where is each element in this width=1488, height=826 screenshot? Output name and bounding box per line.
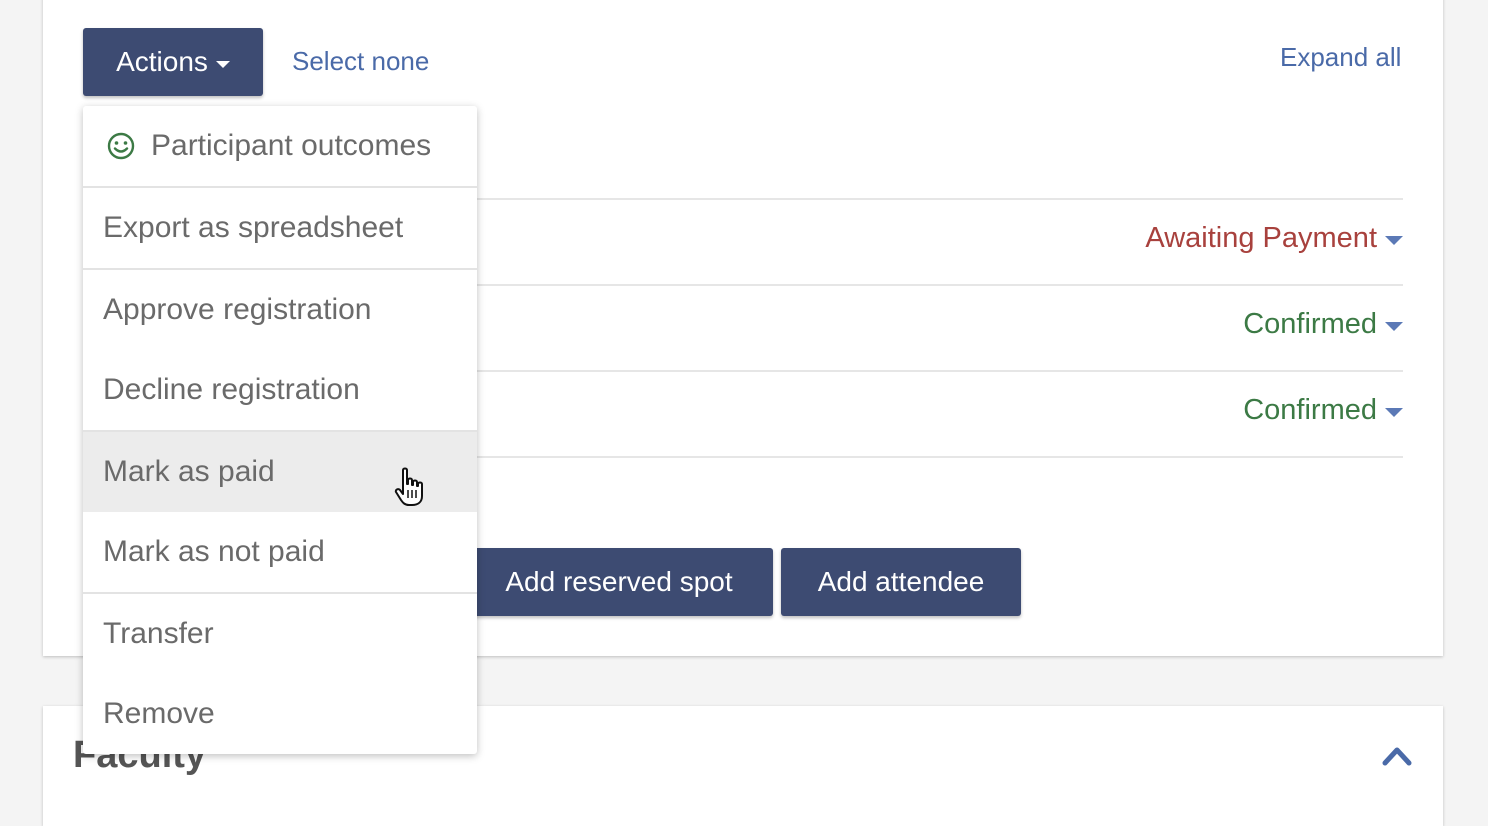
menu-item-label: Participant outcomes [151, 129, 432, 162]
status-label: Awaiting Payment [1145, 222, 1377, 254]
chevron-up-icon[interactable] [1382, 744, 1412, 766]
row-divider [477, 198, 1403, 200]
hand-pointer-icon [394, 467, 423, 506]
menu-item-export-spreadsheet[interactable]: Export as spreadsheet [83, 188, 477, 268]
expand-all-link[interactable]: Expand all [1280, 42, 1401, 73]
smile-icon [107, 132, 135, 160]
add-attendee-button[interactable]: Add attendee [781, 548, 1021, 616]
caret-down-icon [1385, 408, 1403, 417]
menu-item-participant-outcomes[interactable]: Participant outcomes [83, 106, 477, 186]
status-dropdown-confirmed[interactable]: Confirmed [1243, 394, 1403, 427]
add-reserved-spot-button[interactable]: Add reserved spot [465, 548, 773, 616]
actions-menu: Participant outcomes Export as spreadshe… [83, 106, 477, 754]
menu-item-label: Export as spreadsheet [103, 211, 404, 244]
caret-down-icon [1385, 236, 1403, 245]
menu-item-label: Transfer [103, 617, 214, 650]
menu-item-label: Remove [103, 697, 215, 730]
row-divider [477, 456, 1403, 458]
menu-item-label: Decline registration [103, 373, 360, 406]
status-dropdown-confirmed[interactable]: Confirmed [1243, 308, 1403, 341]
row-divider [477, 370, 1403, 372]
row-divider [477, 284, 1403, 286]
menu-item-decline-registration[interactable]: Decline registration [83, 350, 477, 430]
menu-item-label: Mark as not paid [103, 535, 325, 568]
caret-down-icon [1385, 322, 1403, 331]
actions-dropdown-button[interactable]: Actions [83, 28, 263, 96]
status-label: Confirmed [1243, 308, 1377, 340]
menu-item-transfer[interactable]: Transfer [83, 594, 477, 674]
caret-down-icon [215, 60, 230, 68]
actions-button-label: Actions [116, 46, 208, 77]
status-label: Confirmed [1243, 394, 1377, 426]
menu-item-remove[interactable]: Remove [83, 674, 477, 754]
status-dropdown-awaiting-payment[interactable]: Awaiting Payment [1145, 222, 1403, 255]
select-none-link[interactable]: Select none [292, 46, 429, 77]
menu-item-mark-as-not-paid[interactable]: Mark as not paid [83, 512, 477, 592]
menu-item-approve-registration[interactable]: Approve registration [83, 270, 477, 350]
menu-item-label: Mark as paid [103, 455, 275, 488]
menu-item-label: Approve registration [103, 293, 372, 326]
